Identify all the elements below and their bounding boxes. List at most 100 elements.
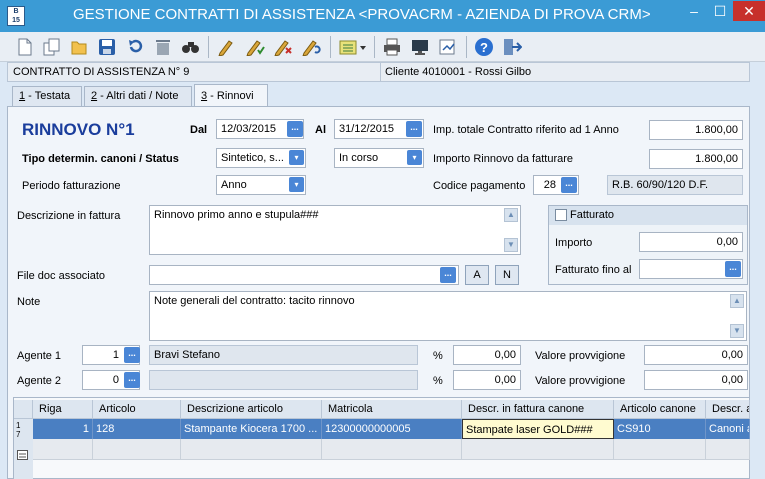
- grid-header-descr-a[interactable]: Descr. a: [706, 400, 750, 419]
- file-browse-button[interactable]: ...: [440, 267, 456, 283]
- tab-label: - Altri dati / Note: [97, 90, 179, 102]
- svg-text:?: ?: [480, 40, 488, 55]
- grid-cell-articolo[interactable]: 128: [93, 419, 181, 439]
- grid-new-cell[interactable]: [706, 439, 750, 460]
- exit-icon[interactable]: [501, 36, 523, 58]
- new-document-icon[interactable]: [14, 36, 36, 58]
- delete-icon[interactable]: [152, 36, 174, 58]
- scroll-up-icon[interactable]: ▲: [730, 294, 744, 308]
- chevron-down-icon[interactable]: ▾: [289, 177, 304, 192]
- periodo-value: Anno: [221, 179, 247, 191]
- chevron-down-icon[interactable]: ▾: [289, 150, 304, 165]
- window-title: GESTIONE CONTRATTI DI ASSISTENZA <PROVAC…: [73, 6, 651, 23]
- grid-new-cell[interactable]: [181, 439, 322, 460]
- grid-header-riga[interactable]: Riga: [33, 400, 93, 419]
- minimize-button[interactable]: –: [681, 1, 707, 21]
- grid-new-cell[interactable]: [33, 439, 93, 460]
- imp-rinnovo-input[interactable]: 1.800,00: [649, 149, 743, 169]
- descrizione-textarea[interactable]: Rinnovo primo anno e stupula###: [149, 205, 521, 255]
- grid-new-cell[interactable]: [614, 439, 706, 460]
- pct-label: %: [433, 375, 443, 387]
- list-dropdown-icon[interactable]: [338, 36, 368, 58]
- grid-row-header-corner: [14, 400, 33, 419]
- scroll-up-icon[interactable]: ▲: [504, 208, 518, 222]
- file-new-button[interactable]: N: [495, 265, 519, 285]
- chevron-down-icon[interactable]: ▾: [407, 150, 422, 165]
- grid-header-descrizione[interactable]: Descrizione articolo: [181, 400, 322, 419]
- fatturato-fino-date-picker-button[interactable]: ...: [725, 261, 741, 277]
- grid-cell-articolo-canone[interactable]: CS910: [614, 419, 706, 439]
- tab-rinnovi[interactable]: 3 - Rinnovi: [194, 84, 268, 107]
- tab-testata[interactable]: 1 - Testata: [12, 86, 82, 106]
- info-divider: [380, 62, 381, 82]
- tab-label: - Testata: [25, 90, 71, 102]
- grid-cell-riga[interactable]: 1: [33, 419, 93, 439]
- help-icon[interactable]: ?: [473, 36, 495, 58]
- fatturato-fino-label: Fatturato fino al: [555, 264, 632, 276]
- client-info: Cliente 4010001 - Rossi Gilbo: [385, 66, 532, 78]
- undo-icon[interactable]: [124, 36, 146, 58]
- monitor-icon[interactable]: [409, 36, 431, 58]
- toolbar-separator: [374, 36, 375, 58]
- dal-label: Dal: [190, 124, 208, 136]
- provvigione2-input[interactable]: 0,00: [644, 370, 748, 390]
- codice-pagamento-lookup-button[interactable]: ...: [561, 177, 577, 193]
- save-icon[interactable]: [96, 36, 118, 58]
- print-icon[interactable]: [381, 36, 403, 58]
- grid-header-articolo-canone[interactable]: Articolo canone: [614, 400, 706, 419]
- file-doc-input[interactable]: [149, 265, 459, 285]
- pct-label: %: [433, 350, 443, 362]
- importo-input[interactable]: 0,00: [639, 232, 743, 252]
- al-date-picker-button[interactable]: ...: [406, 121, 422, 137]
- maximize-button[interactable]: ☐: [707, 1, 733, 21]
- file-open-button[interactable]: A: [465, 265, 489, 285]
- scroll-down-icon[interactable]: ▼: [504, 238, 518, 252]
- agente1-lookup-button[interactable]: ...: [124, 347, 140, 363]
- dal-date-picker-button[interactable]: ...: [287, 121, 303, 137]
- periodo-label: Periodo fatturazione: [22, 180, 121, 192]
- imp-totale-input[interactable]: 1.800,00: [649, 120, 743, 140]
- edit-check-icon[interactable]: [244, 36, 266, 58]
- importo-label: Importo: [555, 237, 593, 249]
- contract-title: CONTRATTO DI ASSISTENZA N° 9: [13, 66, 190, 78]
- agente2-lookup-button[interactable]: ...: [124, 372, 140, 388]
- app-icon: B 15: [7, 6, 25, 26]
- agente1-pct-input[interactable]: 0,00: [453, 345, 521, 365]
- fatturato-checkbox[interactable]: [555, 209, 567, 221]
- grid-cell-descr-fattura-editing[interactable]: Stampate laser GOLD###: [462, 419, 614, 439]
- agente1-name: Bravi Stefano: [149, 345, 418, 365]
- grid-header-matricola[interactable]: Matricola: [322, 400, 462, 419]
- renewal-heading: RINNOVO N°1: [22, 120, 135, 139]
- grid-new-cell[interactable]: [93, 439, 181, 460]
- grid-cell-descrizione[interactable]: Stampante Kiocera 1700 ...: [181, 419, 322, 439]
- scroll-down-icon[interactable]: ▼: [730, 324, 744, 338]
- descrizione-label: Descrizione in fattura: [17, 210, 121, 222]
- grid-header-descr-fattura[interactable]: Descr. in fattura canone: [462, 400, 614, 419]
- grid-new-cell[interactable]: [462, 439, 614, 460]
- note-textarea[interactable]: Note generali del contratto: tacito rinn…: [149, 291, 747, 341]
- tab-altri-dati[interactable]: 2 - Altri dati / Note: [84, 86, 192, 106]
- new-row-icon[interactable]: [17, 450, 29, 461]
- edit-undo-icon[interactable]: [300, 36, 322, 58]
- edit-x-icon[interactable]: [272, 36, 294, 58]
- provvigione1-input[interactable]: 0,00: [644, 345, 748, 365]
- copy-icon[interactable]: [41, 36, 63, 58]
- note-value: Note generali del contratto: tacito rinn…: [154, 295, 355, 307]
- descrizione-value: Rinnovo primo anno e stupula###: [154, 209, 319, 221]
- agente2-pct-input[interactable]: 0,00: [453, 370, 521, 390]
- search-icon[interactable]: [180, 36, 202, 58]
- grid-header-articolo[interactable]: Articolo: [93, 400, 181, 419]
- grid-new-cell[interactable]: [322, 439, 462, 460]
- edit-icon[interactable]: [216, 36, 238, 58]
- agente1-label: Agente 1: [17, 350, 62, 362]
- grid-cell-matricola[interactable]: 12300000000005: [322, 419, 462, 439]
- note-label: Note: [17, 296, 41, 308]
- export-icon[interactable]: [437, 36, 459, 58]
- grid-cell-descr-a[interactable]: Canoni a: [706, 419, 750, 439]
- open-folder-icon[interactable]: [68, 36, 90, 58]
- tipo-value: Sintetico, s...: [221, 152, 284, 164]
- close-button[interactable]: ✕: [733, 1, 765, 21]
- al-label: Al: [315, 124, 326, 136]
- provvigione2-label: Valore provvigione: [535, 375, 626, 387]
- status-value: In corso: [339, 152, 379, 164]
